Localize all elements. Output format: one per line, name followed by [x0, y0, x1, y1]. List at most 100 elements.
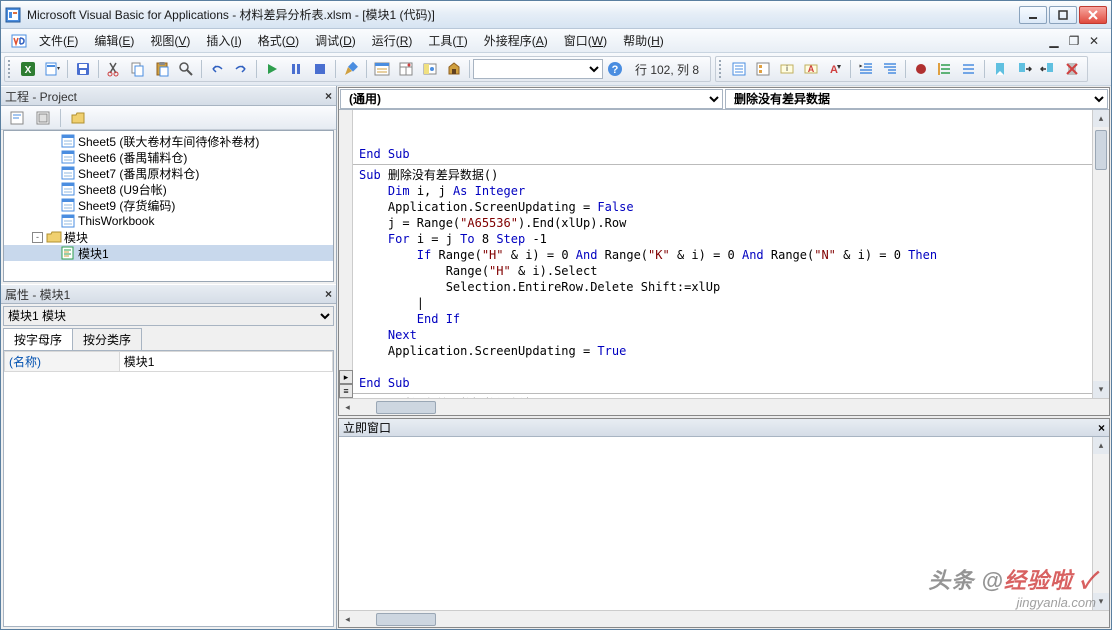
close-button[interactable] — [1079, 6, 1107, 24]
immediate-close-button[interactable]: × — [1098, 421, 1105, 435]
procedure-dropdown[interactable]: 删除没有差异数据 — [725, 89, 1108, 109]
tree-item-label: Sheet7 (番禺原材料仓) — [78, 165, 199, 182]
tree-item[interactable]: ThisWorkbook — [4, 213, 333, 229]
tree-item[interactable]: Sheet6 (番禺辅料仓) — [4, 149, 333, 165]
tree-item[interactable]: Sheet8 (U9台帐) — [4, 181, 333, 197]
paste-button[interactable] — [151, 58, 173, 80]
break-button[interactable] — [285, 58, 307, 80]
run-button[interactable] — [261, 58, 283, 80]
properties-grid[interactable]: (名称)模块1 — [3, 350, 334, 627]
help-search-combo[interactable] — [473, 59, 603, 79]
tree-item[interactable]: -模块 — [4, 229, 333, 245]
procedure-view-button[interactable]: ▸ — [339, 370, 353, 384]
menu-item[interactable]: 外接程序(A) — [476, 30, 556, 51]
immediate-vertical-scrollbar[interactable]: ▴ ▾ — [1092, 437, 1109, 610]
save-button[interactable] — [72, 58, 94, 80]
uncomment-block-button[interactable] — [958, 58, 980, 80]
code-editor[interactable]: End SubSub 删除没有差异数据() Dim i, j As Intege… — [353, 110, 1092, 398]
horizontal-scrollbar[interactable]: ◂ — [339, 398, 1109, 415]
mdi-close-button[interactable]: ✕ — [1087, 34, 1101, 48]
tree-item[interactable]: 模块1 — [4, 245, 333, 261]
project-tree[interactable]: Sheet5 (联大卷材车间待修补卷材)Sheet6 (番禺辅料仓)Sheet7… — [3, 130, 334, 282]
property-value[interactable]: 模块1 — [119, 352, 332, 372]
app-window: Microsoft Visual Basic for Applications … — [0, 0, 1112, 630]
comment-block-button[interactable] — [934, 58, 956, 80]
project-panel-header: 工程 - Project × — [1, 86, 336, 106]
properties-tab[interactable]: 按字母序 — [3, 328, 73, 350]
menu-item[interactable]: 格式(O) — [250, 30, 307, 51]
project-panel-close-button[interactable]: × — [325, 89, 332, 103]
toggle-breakpoint-button[interactable] — [910, 58, 932, 80]
clear-bookmarks-button[interactable] — [1061, 58, 1083, 80]
vertical-scrollbar[interactable]: ▴ ▾ — [1092, 110, 1109, 398]
toggle-folders-button[interactable] — [67, 107, 89, 129]
view-excel-button[interactable]: X — [17, 58, 39, 80]
prev-bookmark-button[interactable] — [1037, 58, 1059, 80]
left-pane: 工程 - Project × Sheet5 (联大卷材车间待修补卷材)Sheet… — [1, 86, 337, 629]
properties-object-combo[interactable]: 模块1 模块 — [3, 306, 334, 326]
properties-window-button[interactable] — [395, 58, 417, 80]
tree-item-label: 模块1 — [78, 245, 109, 262]
minimize-button[interactable] — [1019, 6, 1047, 24]
quick-info-button[interactable]: i — [776, 58, 798, 80]
list-constants-button[interactable] — [752, 58, 774, 80]
properties-tab[interactable]: 按分类序 — [72, 328, 142, 350]
right-pane: (通用) 删除没有差异数据 ▸ ≡ End SubSub 删除没有差异数据() … — [337, 86, 1111, 629]
redo-button[interactable] — [230, 58, 252, 80]
edit-toolbar: i A A — [715, 56, 1088, 82]
object-dropdown[interactable]: (通用) — [340, 89, 723, 109]
properties-panel-close-button[interactable]: × — [325, 287, 332, 301]
object-browser-button[interactable] — [419, 58, 441, 80]
immediate-window: 立即窗口 × ▴ ▾ ◂ — [338, 418, 1110, 628]
mdi-minimize-button[interactable]: ▁ — [1047, 34, 1061, 48]
parameter-info-button[interactable]: A — [800, 58, 822, 80]
menu-item[interactable]: 调试(D) — [307, 30, 364, 51]
svg-text:A: A — [808, 64, 815, 74]
reset-button[interactable] — [309, 58, 331, 80]
tree-item[interactable]: Sheet5 (联大卷材车间待修补卷材) — [4, 133, 333, 149]
maximize-button[interactable] — [1049, 6, 1077, 24]
insert-dropdown-button[interactable] — [41, 58, 63, 80]
sheet-icon — [60, 150, 76, 164]
undo-button[interactable] — [206, 58, 228, 80]
help-button[interactable]: ? — [604, 58, 626, 80]
mdi-restore-button[interactable]: ❐ — [1067, 34, 1081, 48]
properties-tabs: 按字母序按分类序 — [3, 328, 334, 350]
list-properties-button[interactable] — [728, 58, 750, 80]
tree-item[interactable]: Sheet9 (存货编码) — [4, 197, 333, 213]
menu-item[interactable]: 视图(V) — [142, 30, 198, 51]
menu-item[interactable]: 插入(I) — [198, 30, 249, 51]
cut-button[interactable] — [103, 58, 125, 80]
menu-item[interactable]: 窗口(W) — [556, 30, 615, 51]
toolbox-button[interactable] — [443, 58, 465, 80]
toggle-bookmark-button[interactable] — [989, 58, 1011, 80]
project-toolbar — [1, 106, 336, 130]
menu-item[interactable]: 运行(R) — [364, 30, 421, 51]
project-explorer-button[interactable] — [371, 58, 393, 80]
menu-item[interactable]: 帮助(H) — [615, 30, 672, 51]
indent-button[interactable] — [855, 58, 877, 80]
tree-item[interactable]: Sheet7 (番禺原材料仓) — [4, 165, 333, 181]
titlebar: Microsoft Visual Basic for Applications … — [1, 1, 1111, 29]
find-button[interactable] — [175, 58, 197, 80]
immediate-header: 立即窗口 × — [339, 419, 1109, 437]
menu-item[interactable]: 文件(F) — [31, 30, 86, 51]
full-module-view-button[interactable]: ≡ — [339, 384, 353, 398]
menubar: 文件(F)编辑(E)视图(V)插入(I)格式(O)调试(D)运行(R)工具(T)… — [1, 29, 1111, 53]
next-bookmark-button[interactable] — [1013, 58, 1035, 80]
copy-button[interactable] — [127, 58, 149, 80]
view-code-button[interactable] — [6, 107, 28, 129]
design-mode-button[interactable] — [340, 58, 362, 80]
view-object-button[interactable] — [32, 107, 54, 129]
outdent-button[interactable] — [879, 58, 901, 80]
tree-item-label: Sheet9 (存货编码) — [78, 197, 175, 214]
menu-item[interactable]: 编辑(E) — [86, 30, 142, 51]
sheet-icon — [60, 214, 76, 228]
sheet-icon — [60, 182, 76, 196]
complete-word-button[interactable]: A — [824, 58, 846, 80]
tree-toggle-icon[interactable]: - — [32, 232, 43, 243]
menu-item[interactable]: 工具(T) — [420, 30, 475, 51]
immediate-horizontal-scrollbar[interactable]: ◂ — [339, 610, 1109, 627]
immediate-text[interactable] — [339, 437, 1092, 610]
tree-item-label: ThisWorkbook — [78, 214, 154, 228]
